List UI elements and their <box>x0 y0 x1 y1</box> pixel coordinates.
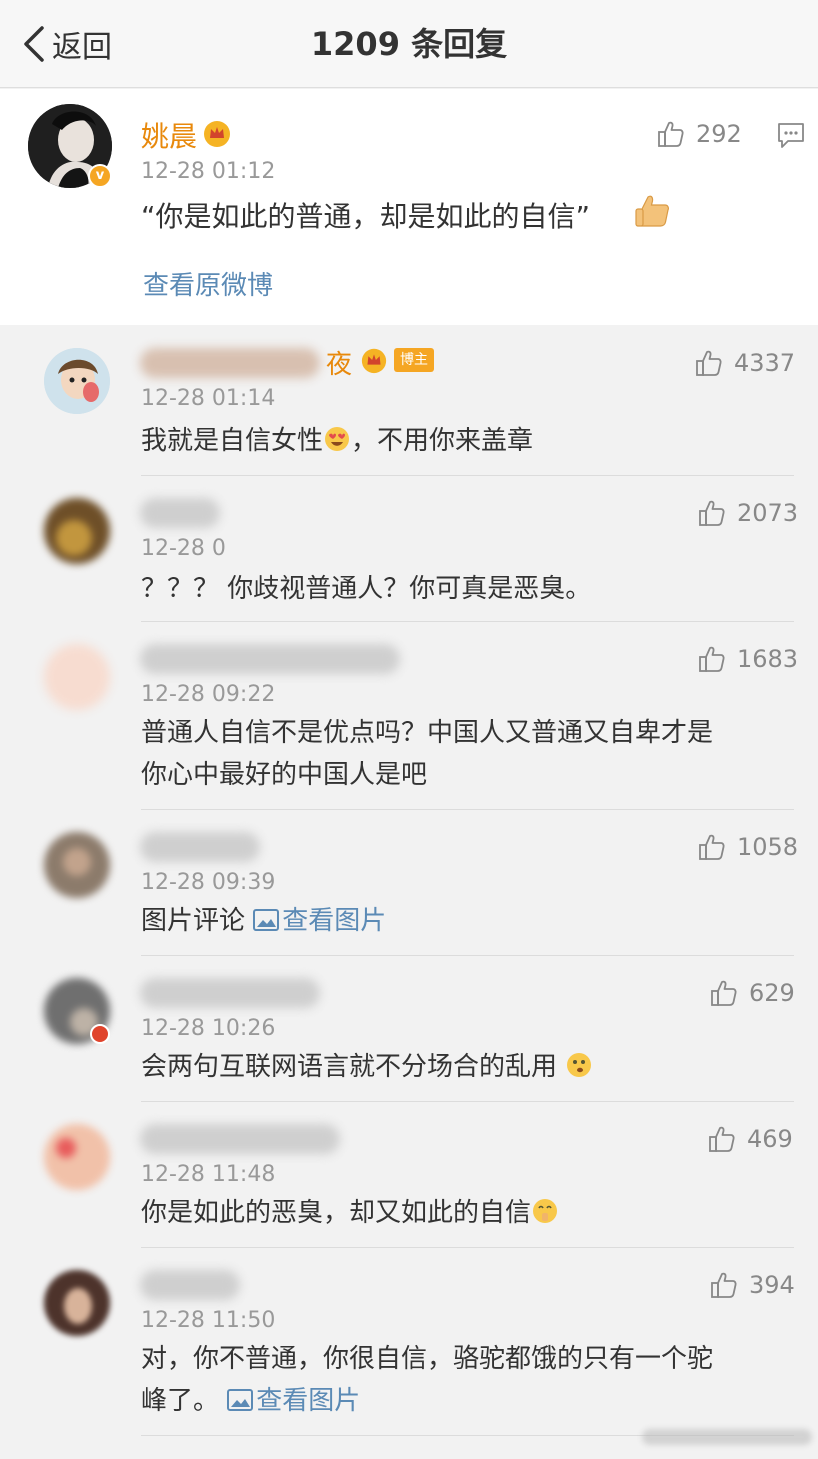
reply-time: 12-28 11:50 <box>141 1308 276 1333</box>
post-time: 12-28 01:12 <box>141 159 276 184</box>
heart-eyes-emoji-icon <box>325 427 350 451</box>
crown-icon <box>202 119 232 147</box>
thinking-emoji-icon <box>567 1053 592 1077</box>
host-badge: 博主 <box>394 348 434 372</box>
reply-text-line: 普通人自信不是优点吗？中国人又普通又自卑才是 <box>141 718 714 748</box>
like-button[interactable]: 394 <box>709 1270 795 1300</box>
avatar[interactable] <box>44 348 110 414</box>
image-icon <box>227 1389 253 1411</box>
nav-bar: 返回 1209 条回复 <box>0 0 818 88</box>
thumbs-up-icon <box>694 348 724 378</box>
reply-text-part: ，不用你来盖章 <box>351 426 534 456</box>
original-post: v 姚晨 12-28 01:12 “你是如此的普通，却是如此的自信” 查看原微博… <box>0 89 818 325</box>
reply-text-part: 图片评论 <box>141 906 246 936</box>
reply-item: 12-28 11:50 对，你不普通，你很自信，骆驼都饿的只有一个驼 峰了。 查… <box>0 1248 818 1436</box>
blurred-username <box>140 832 260 862</box>
like-button[interactable]: 292 <box>656 119 742 149</box>
blurred-username <box>140 978 320 1008</box>
avatar[interactable] <box>44 832 110 898</box>
reply-text: 会两句互联网语言就不分场合的乱用 <box>141 1046 593 1088</box>
like-count: 2073 <box>737 499 799 527</box>
reply-time: 12-28 10:26 <box>141 1016 276 1041</box>
reply-text-line: 你心中最好的中国人是吧 <box>141 760 428 790</box>
blurred-username <box>140 498 220 528</box>
like-button[interactable]: 1058 <box>697 832 798 862</box>
thumbs-up-icon <box>709 1270 739 1300</box>
username-tail[interactable]: 夜 <box>326 344 352 381</box>
like-button[interactable]: 4337 <box>694 348 795 378</box>
view-image-link[interactable]: 查看图片 <box>253 906 386 936</box>
post-text: “你是如此的普通，却是如此的自信” <box>141 200 591 233</box>
reply-text: 你是如此的恶臭，却又如此的自信 <box>141 1192 559 1234</box>
like-count: 394 <box>749 1271 795 1299</box>
shush-emoji-icon <box>533 1199 558 1223</box>
like-count: 469 <box>747 1125 793 1153</box>
blurred-username <box>140 348 320 378</box>
blurred-username <box>140 644 400 674</box>
view-image-link[interactable]: 查看图片 <box>227 1386 360 1416</box>
thumbs-up-icon <box>709 978 739 1008</box>
avatar[interactable] <box>44 498 110 564</box>
reply-text-part: 你是如此的恶臭，却又如此的自信 <box>141 1198 532 1228</box>
reply-text: ？？？ 你歧视普通人？你可真是恶臭。 <box>141 574 592 604</box>
reply-text: 图片评论 查看图片 <box>141 900 386 942</box>
like-count: 1683 <box>737 645 799 673</box>
like-count: 1058 <box>737 833 799 861</box>
like-button[interactable]: 1683 <box>697 644 798 674</box>
blurred-username <box>140 1270 240 1300</box>
thumbs-up-emoji-icon <box>635 195 669 227</box>
like-count: 4337 <box>734 349 796 377</box>
image-icon <box>253 909 279 931</box>
comment-icon[interactable] <box>776 121 806 149</box>
blurred-username <box>140 1124 340 1154</box>
avatar[interactable] <box>44 1124 110 1190</box>
reply-item: 12-28 0 ？？？ 你歧视普通人？你可真是恶臭。 2073 <box>0 476 818 622</box>
reply-item: 12-28 11:48 你是如此的恶臭，却又如此的自信 469 <box>0 1102 818 1248</box>
reply-text-part: 会两句互联网语言就不分场合的乱用 <box>141 1052 558 1082</box>
reply-time: 12-28 09:22 <box>141 682 276 707</box>
like-button[interactable]: 629 <box>709 978 795 1008</box>
reply-time: 12-28 0 <box>141 536 226 561</box>
reply-item: 12-28 09:22 普通人自信不是优点吗？中国人又普通又自卑才是 你心中最好… <box>0 622 818 810</box>
small-badge <box>90 1024 110 1044</box>
verified-badge: v <box>88 164 112 188</box>
like-button[interactable]: 2073 <box>697 498 798 528</box>
reply-time: 12-28 01:14 <box>141 386 276 411</box>
reply-item: 12-28 10:26 会两句互联网语言就不分场合的乱用 629 <box>0 956 818 1102</box>
thumbs-up-icon <box>697 644 727 674</box>
reply-text-line: 峰了。 查看图片 <box>141 1380 360 1422</box>
view-image-label: 查看图片 <box>256 1386 361 1416</box>
thumbs-up-icon <box>697 498 727 528</box>
reply-time: 12-28 11:48 <box>141 1162 276 1187</box>
view-image-label: 查看图片 <box>282 906 387 936</box>
view-original-link[interactable]: 查看原微博 <box>143 265 273 302</box>
reply-item: 12-28 09:39 图片评论 查看图片 1058 <box>0 810 818 956</box>
reply-text: 我就是自信女性 ，不用你来盖章 <box>141 420 533 462</box>
reply-text-part: 我就是自信女性 <box>141 426 324 456</box>
author-name[interactable]: 姚晨 <box>141 115 197 155</box>
crown-icon <box>360 346 388 374</box>
thumbs-up-icon <box>697 832 727 862</box>
reply-text-line: 对，你不普通，你很自信，骆驼都饿的只有一个驼 <box>141 1344 714 1374</box>
watermark <box>642 1429 812 1445</box>
thumbs-up-icon <box>656 119 686 149</box>
like-count: 292 <box>696 120 742 148</box>
thumbs-up-icon <box>707 1124 737 1154</box>
avatar[interactable] <box>44 1270 110 1336</box>
like-count: 629 <box>749 979 795 1007</box>
avatar[interactable] <box>44 644 110 710</box>
reply-item: 夜 博主 12-28 01:14 我就是自信女性 ，不用你来盖章 4337 <box>0 326 818 476</box>
page-title: 1209 条回复 <box>310 25 508 63</box>
like-button[interactable]: 469 <box>707 1124 793 1154</box>
reply-time: 12-28 09:39 <box>141 870 276 895</box>
reply-text-part: 峰了。 <box>141 1386 220 1416</box>
